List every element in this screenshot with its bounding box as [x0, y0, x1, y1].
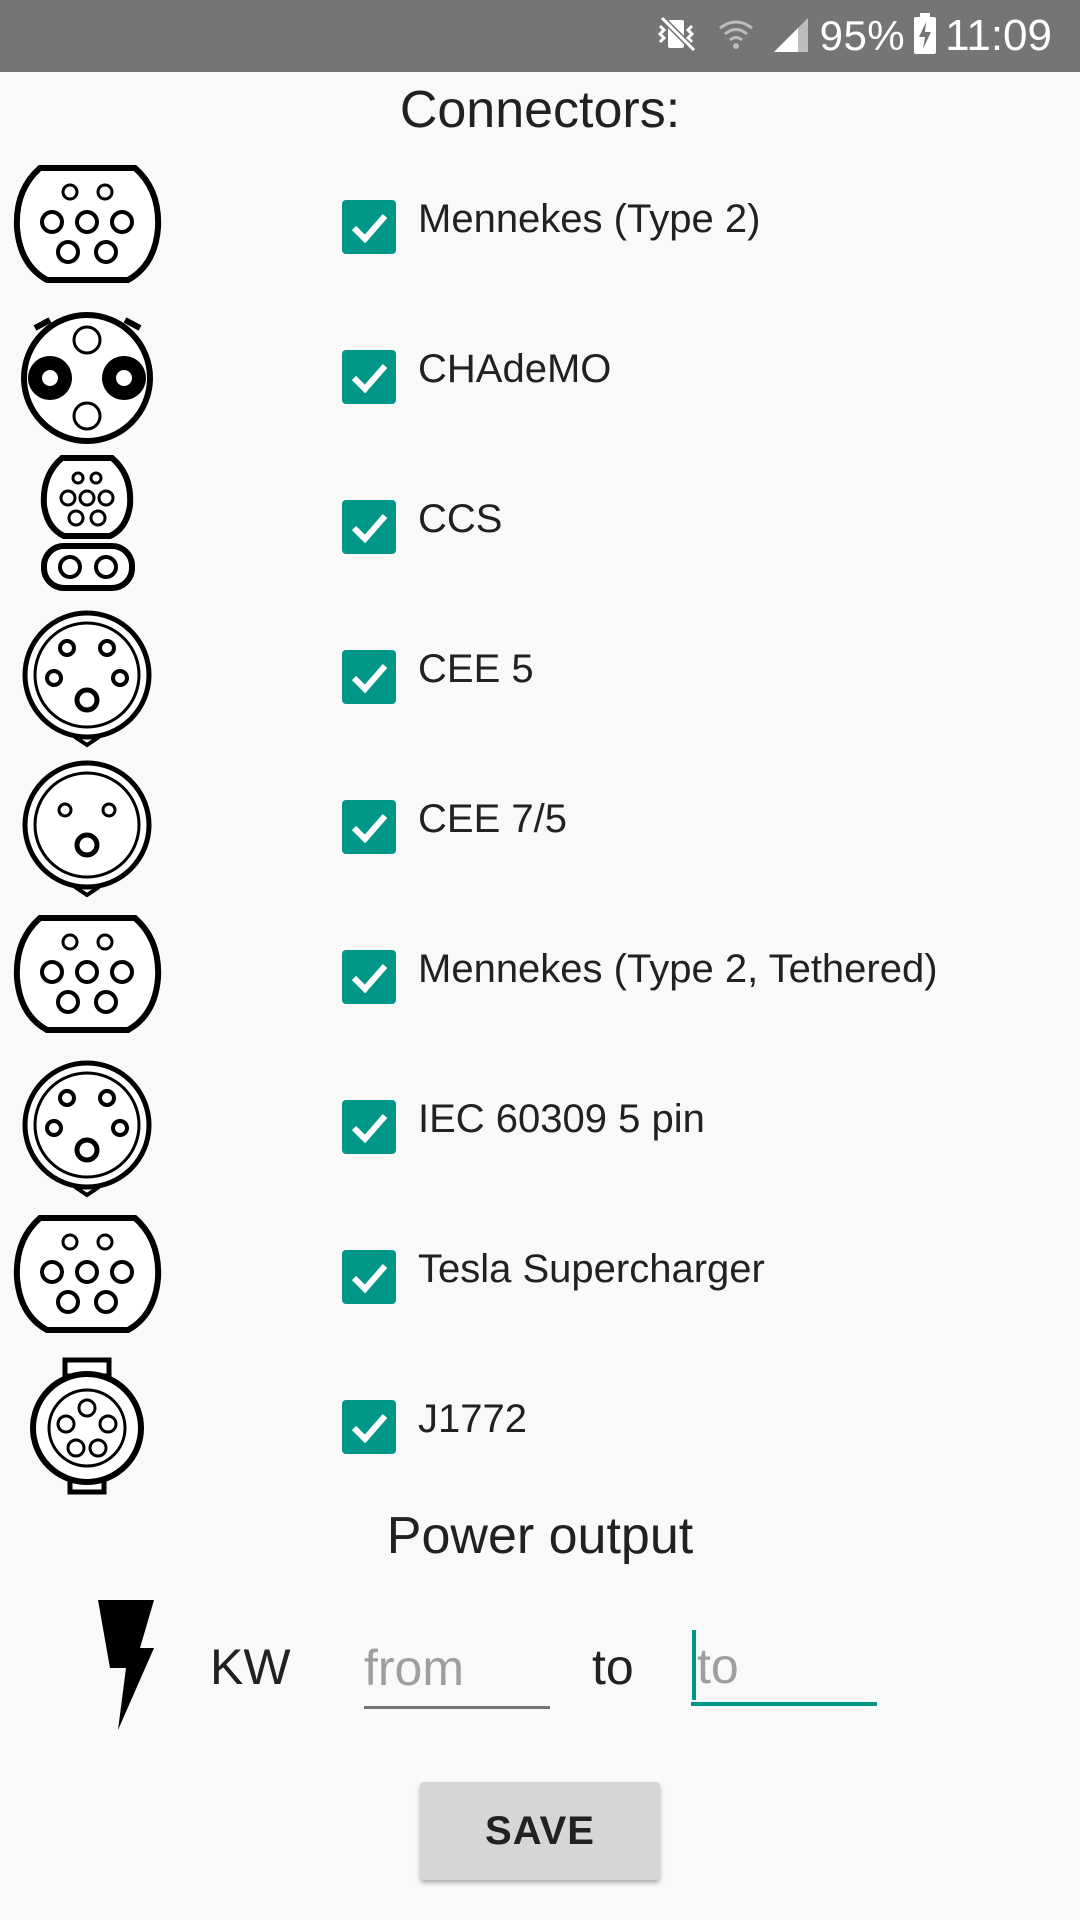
connector-row[interactable]: IEC 60309 5 pin — [0, 1050, 1080, 1200]
mute-vibrate-icon — [656, 14, 700, 59]
connector-checkbox[interactable] — [342, 1100, 396, 1154]
signal-icon — [772, 14, 810, 59]
connector-row[interactable]: Mennekes (Type 2) — [0, 150, 1080, 300]
connector-row[interactable]: Tesla Supercharger — [0, 1200, 1080, 1350]
power-from-input[interactable] — [364, 1630, 550, 1709]
connector-checkbox[interactable] — [342, 1250, 396, 1304]
connector-row[interactable]: CEE 7/5 — [0, 750, 1080, 900]
type2-plug-icon — [10, 150, 165, 300]
connector-label[interactable]: CEE 5 — [418, 647, 534, 692]
connector-checkbox[interactable] — [342, 200, 396, 254]
connector-checkbox[interactable] — [342, 500, 396, 554]
type2-plug-icon — [10, 1200, 165, 1350]
connector-row[interactable]: CCS — [0, 450, 1080, 600]
power-output-title: Power output — [386, 1507, 694, 1565]
type2-plug-icon — [10, 900, 165, 1050]
connector-row[interactable]: Mennekes (Type 2, Tethered) — [0, 900, 1080, 1050]
connector-row[interactable]: J1772 — [0, 1350, 1080, 1500]
power-to-input[interactable] — [691, 1630, 877, 1706]
iec60309-plug-icon — [10, 1050, 165, 1200]
status-bar: 95% 11:09 — [0, 0, 1080, 72]
connector-label[interactable]: CEE 7/5 — [418, 797, 567, 842]
battery-charging-icon — [913, 12, 937, 60]
to-label: to — [592, 1639, 634, 1695]
j1772-plug-icon — [10, 1350, 165, 1500]
lightning-bolt-icon — [90, 1598, 160, 1733]
connector-label[interactable]: J1772 — [418, 1397, 527, 1442]
connector-label[interactable]: Tesla Supercharger — [418, 1247, 765, 1292]
connector-checkbox[interactable] — [342, 1400, 396, 1454]
connector-label[interactable]: CHAdeMO — [418, 347, 611, 392]
clock: 11:09 — [945, 11, 1052, 60]
wifi-icon — [716, 14, 756, 59]
text-cursor — [692, 1630, 696, 1700]
connector-row[interactable]: CHAdeMO — [0, 300, 1080, 450]
connector-label[interactable]: Mennekes (Type 2) — [418, 197, 760, 242]
cee5-plug-icon — [10, 600, 165, 750]
battery-percent: 95% — [819, 12, 906, 59]
connector-label[interactable]: IEC 60309 5 pin — [418, 1097, 705, 1142]
connectors-title: Connectors: — [399, 81, 681, 139]
connector-checkbox[interactable] — [342, 800, 396, 854]
connector-checkbox[interactable] — [342, 650, 396, 704]
connector-label[interactable]: Mennekes (Type 2, Tethered) — [418, 947, 938, 992]
connector-checkbox[interactable] — [342, 350, 396, 404]
ccs-plug-icon — [10, 450, 165, 600]
unit-label: KW — [210, 1639, 291, 1695]
chademo-plug-icon — [10, 300, 165, 450]
connector-label[interactable]: CCS — [418, 497, 502, 542]
cee75-plug-icon — [10, 750, 165, 900]
save-button[interactable]: SAVE — [420, 1782, 660, 1880]
connector-checkbox[interactable] — [342, 950, 396, 1004]
connector-row[interactable]: CEE 5 — [0, 600, 1080, 750]
